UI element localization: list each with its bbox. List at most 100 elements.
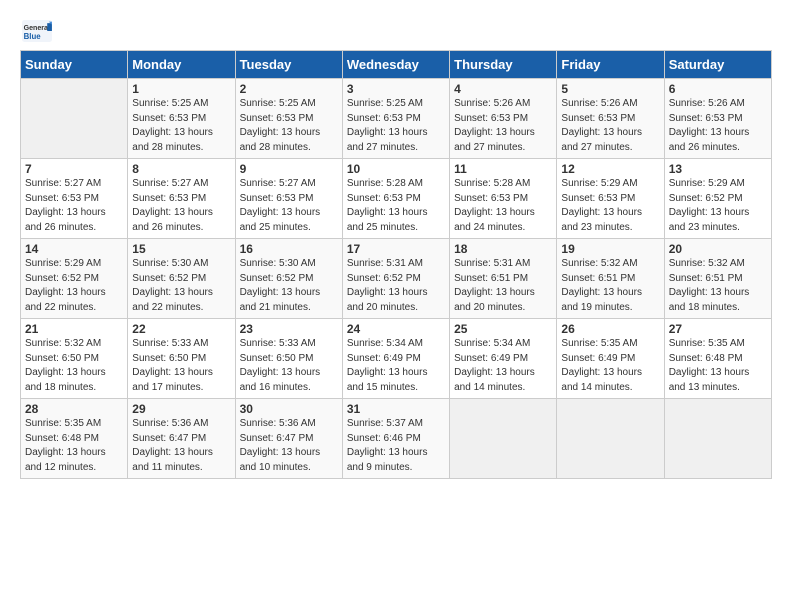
day-info: Sunrise: 5:33 AM Sunset: 6:50 PM Dayligh… — [132, 337, 230, 395]
calendar-cell: 20Sunrise: 5:32 AM Sunset: 6:51 PM Dayli… — [664, 239, 771, 319]
calendar-table: SundayMondayTuesdayWednesdayThursdayFrid… — [20, 50, 772, 479]
logo: General Blue — [20, 20, 52, 42]
calendar-cell: 7Sunrise: 5:27 AM Sunset: 6:53 PM Daylig… — [21, 159, 128, 239]
calendar-cell: 28Sunrise: 5:35 AM Sunset: 6:48 PM Dayli… — [21, 399, 128, 479]
day-info: Sunrise: 5:35 AM Sunset: 6:49 PM Dayligh… — [561, 337, 659, 395]
calendar-cell — [557, 399, 664, 479]
day-info: Sunrise: 5:29 AM Sunset: 6:52 PM Dayligh… — [25, 257, 123, 315]
day-number: 15 — [132, 242, 230, 256]
day-number: 27 — [669, 322, 767, 336]
weekday-header-thursday: Thursday — [450, 51, 557, 79]
weekday-header-wednesday: Wednesday — [342, 51, 449, 79]
day-info: Sunrise: 5:32 AM Sunset: 6:51 PM Dayligh… — [669, 257, 767, 315]
day-info: Sunrise: 5:30 AM Sunset: 6:52 PM Dayligh… — [240, 257, 338, 315]
calendar-cell: 9Sunrise: 5:27 AM Sunset: 6:53 PM Daylig… — [235, 159, 342, 239]
calendar-cell: 23Sunrise: 5:33 AM Sunset: 6:50 PM Dayli… — [235, 319, 342, 399]
calendar-cell: 15Sunrise: 5:30 AM Sunset: 6:52 PM Dayli… — [128, 239, 235, 319]
weekday-header-sunday: Sunday — [21, 51, 128, 79]
calendar-cell: 5Sunrise: 5:26 AM Sunset: 6:53 PM Daylig… — [557, 79, 664, 159]
weekday-header-friday: Friday — [557, 51, 664, 79]
calendar-cell: 25Sunrise: 5:34 AM Sunset: 6:49 PM Dayli… — [450, 319, 557, 399]
day-number: 14 — [25, 242, 123, 256]
day-info: Sunrise: 5:26 AM Sunset: 6:53 PM Dayligh… — [454, 97, 552, 155]
day-number: 20 — [669, 242, 767, 256]
calendar-cell: 11Sunrise: 5:28 AM Sunset: 6:53 PM Dayli… — [450, 159, 557, 239]
calendar-cell: 18Sunrise: 5:31 AM Sunset: 6:51 PM Dayli… — [450, 239, 557, 319]
calendar-cell: 29Sunrise: 5:36 AM Sunset: 6:47 PM Dayli… — [128, 399, 235, 479]
day-number: 29 — [132, 402, 230, 416]
day-number: 1 — [132, 82, 230, 96]
day-info: Sunrise: 5:28 AM Sunset: 6:53 PM Dayligh… — [454, 177, 552, 235]
day-number: 22 — [132, 322, 230, 336]
day-number: 10 — [347, 162, 445, 176]
day-info: Sunrise: 5:29 AM Sunset: 6:52 PM Dayligh… — [669, 177, 767, 235]
day-info: Sunrise: 5:26 AM Sunset: 6:53 PM Dayligh… — [561, 97, 659, 155]
day-number: 12 — [561, 162, 659, 176]
day-number: 19 — [561, 242, 659, 256]
day-number: 4 — [454, 82, 552, 96]
day-number: 30 — [240, 402, 338, 416]
day-number: 7 — [25, 162, 123, 176]
calendar-cell: 30Sunrise: 5:36 AM Sunset: 6:47 PM Dayli… — [235, 399, 342, 479]
day-info: Sunrise: 5:35 AM Sunset: 6:48 PM Dayligh… — [25, 417, 123, 475]
day-info: Sunrise: 5:31 AM Sunset: 6:52 PM Dayligh… — [347, 257, 445, 315]
weekday-header-tuesday: Tuesday — [235, 51, 342, 79]
day-info: Sunrise: 5:36 AM Sunset: 6:47 PM Dayligh… — [132, 417, 230, 475]
calendar-cell: 13Sunrise: 5:29 AM Sunset: 6:52 PM Dayli… — [664, 159, 771, 239]
calendar-cell: 31Sunrise: 5:37 AM Sunset: 6:46 PM Dayli… — [342, 399, 449, 479]
calendar-cell: 19Sunrise: 5:32 AM Sunset: 6:51 PM Dayli… — [557, 239, 664, 319]
calendar-cell: 22Sunrise: 5:33 AM Sunset: 6:50 PM Dayli… — [128, 319, 235, 399]
calendar-cell: 6Sunrise: 5:26 AM Sunset: 6:53 PM Daylig… — [664, 79, 771, 159]
day-number: 18 — [454, 242, 552, 256]
day-number: 31 — [347, 402, 445, 416]
day-number: 9 — [240, 162, 338, 176]
calendar-cell: 21Sunrise: 5:32 AM Sunset: 6:50 PM Dayli… — [21, 319, 128, 399]
day-number: 3 — [347, 82, 445, 96]
day-number: 25 — [454, 322, 552, 336]
calendar-cell — [21, 79, 128, 159]
day-info: Sunrise: 5:25 AM Sunset: 6:53 PM Dayligh… — [240, 97, 338, 155]
calendar-cell — [450, 399, 557, 479]
day-number: 13 — [669, 162, 767, 176]
calendar-cell: 4Sunrise: 5:26 AM Sunset: 6:53 PM Daylig… — [450, 79, 557, 159]
day-number: 17 — [347, 242, 445, 256]
day-info: Sunrise: 5:36 AM Sunset: 6:47 PM Dayligh… — [240, 417, 338, 475]
day-number: 5 — [561, 82, 659, 96]
weekday-header-saturday: Saturday — [664, 51, 771, 79]
day-info: Sunrise: 5:25 AM Sunset: 6:53 PM Dayligh… — [347, 97, 445, 155]
day-number: 23 — [240, 322, 338, 336]
calendar-cell: 3Sunrise: 5:25 AM Sunset: 6:53 PM Daylig… — [342, 79, 449, 159]
day-number: 24 — [347, 322, 445, 336]
day-number: 8 — [132, 162, 230, 176]
day-info: Sunrise: 5:28 AM Sunset: 6:53 PM Dayligh… — [347, 177, 445, 235]
day-info: Sunrise: 5:27 AM Sunset: 6:53 PM Dayligh… — [132, 177, 230, 235]
calendar-cell — [664, 399, 771, 479]
day-info: Sunrise: 5:35 AM Sunset: 6:48 PM Dayligh… — [669, 337, 767, 395]
day-number: 26 — [561, 322, 659, 336]
calendar-cell: 10Sunrise: 5:28 AM Sunset: 6:53 PM Dayli… — [342, 159, 449, 239]
day-number: 28 — [25, 402, 123, 416]
calendar-cell: 12Sunrise: 5:29 AM Sunset: 6:53 PM Dayli… — [557, 159, 664, 239]
svg-text:Blue: Blue — [24, 32, 42, 41]
day-info: Sunrise: 5:27 AM Sunset: 6:53 PM Dayligh… — [25, 177, 123, 235]
day-info: Sunrise: 5:37 AM Sunset: 6:46 PM Dayligh… — [347, 417, 445, 475]
day-info: Sunrise: 5:25 AM Sunset: 6:53 PM Dayligh… — [132, 97, 230, 155]
calendar-cell: 17Sunrise: 5:31 AM Sunset: 6:52 PM Dayli… — [342, 239, 449, 319]
day-number: 6 — [669, 82, 767, 96]
day-number: 2 — [240, 82, 338, 96]
day-info: Sunrise: 5:34 AM Sunset: 6:49 PM Dayligh… — [454, 337, 552, 395]
day-info: Sunrise: 5:30 AM Sunset: 6:52 PM Dayligh… — [132, 257, 230, 315]
weekday-header-monday: Monday — [128, 51, 235, 79]
general-blue-logo-icon: General Blue — [22, 20, 52, 42]
day-number: 16 — [240, 242, 338, 256]
day-info: Sunrise: 5:27 AM Sunset: 6:53 PM Dayligh… — [240, 177, 338, 235]
day-info: Sunrise: 5:31 AM Sunset: 6:51 PM Dayligh… — [454, 257, 552, 315]
calendar-cell: 27Sunrise: 5:35 AM Sunset: 6:48 PM Dayli… — [664, 319, 771, 399]
calendar-cell: 8Sunrise: 5:27 AM Sunset: 6:53 PM Daylig… — [128, 159, 235, 239]
day-number: 21 — [25, 322, 123, 336]
calendar-cell: 1Sunrise: 5:25 AM Sunset: 6:53 PM Daylig… — [128, 79, 235, 159]
calendar-cell: 14Sunrise: 5:29 AM Sunset: 6:52 PM Dayli… — [21, 239, 128, 319]
calendar-cell: 16Sunrise: 5:30 AM Sunset: 6:52 PM Dayli… — [235, 239, 342, 319]
day-info: Sunrise: 5:26 AM Sunset: 6:53 PM Dayligh… — [669, 97, 767, 155]
day-info: Sunrise: 5:34 AM Sunset: 6:49 PM Dayligh… — [347, 337, 445, 395]
